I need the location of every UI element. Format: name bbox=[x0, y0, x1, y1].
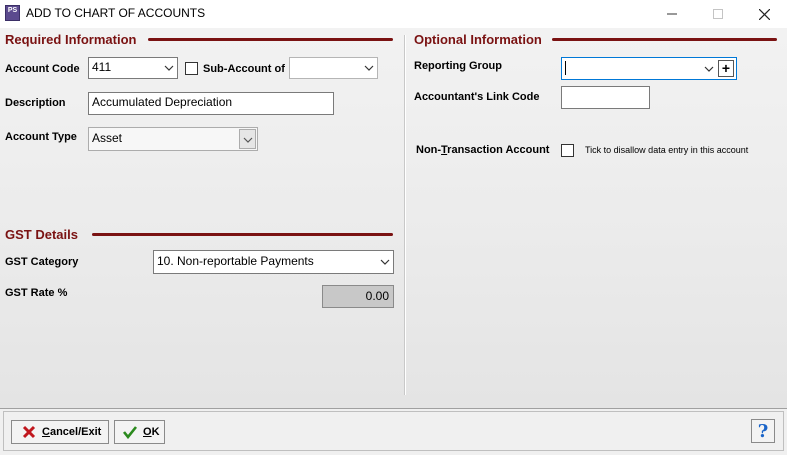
gst-category-combo[interactable]: 10. Non-reportable Payments bbox=[153, 250, 394, 274]
minimize-icon bbox=[667, 13, 677, 15]
account-code-value: 411 bbox=[92, 60, 112, 74]
close-icon bbox=[758, 8, 770, 20]
description-input[interactable]: Accumulated Depreciation bbox=[88, 92, 334, 115]
checkmark-icon bbox=[122, 426, 138, 439]
gst-rate-field: 0.00 bbox=[322, 285, 394, 308]
close-button[interactable] bbox=[741, 0, 787, 28]
reporting-group-label: Reporting Group bbox=[414, 60, 502, 72]
sub-account-label: Sub-Account of bbox=[203, 63, 285, 75]
link-code-input[interactable] bbox=[561, 86, 650, 109]
account-type-select[interactable]: Asset bbox=[88, 127, 258, 151]
sub-account-checkbox[interactable] bbox=[185, 62, 198, 75]
cancel-exit-button[interactable]: Cancel/Exit bbox=[11, 420, 109, 444]
non-transaction-hint: Tick to disallow data entry in this acco… bbox=[585, 145, 749, 155]
account-type-dropdown-button[interactable] bbox=[239, 129, 256, 149]
optional-section-line bbox=[552, 38, 777, 41]
dialog-body bbox=[0, 28, 787, 408]
text-cursor bbox=[565, 60, 566, 75]
account-type-label: Account Type bbox=[5, 131, 77, 143]
minimize-button[interactable] bbox=[649, 0, 695, 28]
non-transaction-label: Non-Transaction Account bbox=[416, 144, 550, 156]
chevron-down-icon bbox=[380, 259, 390, 265]
cancel-exit-label: Cancel/Exit bbox=[42, 426, 102, 438]
title-bar[interactable]: PS ADD TO CHART OF ACCOUNTS bbox=[0, 0, 787, 28]
sub-account-combo[interactable] bbox=[289, 57, 378, 79]
window-title: ADD TO CHART OF ACCOUNTS bbox=[26, 6, 206, 20]
gst-category-value: 10. Non-reportable Payments bbox=[157, 254, 314, 268]
gst-section-line bbox=[92, 233, 393, 236]
optional-section-title: Optional Information bbox=[414, 32, 542, 47]
non-transaction-checkbox[interactable] bbox=[561, 144, 574, 157]
help-icon: ? bbox=[757, 420, 769, 442]
help-button[interactable]: ? bbox=[751, 419, 775, 443]
gst-rate-label: GST Rate % bbox=[5, 287, 68, 299]
reporting-group-combo[interactable]: + bbox=[561, 57, 737, 80]
account-type-value: Asset bbox=[92, 131, 123, 145]
ok-button[interactable]: OK bbox=[114, 420, 165, 444]
account-code-combo[interactable]: 411 bbox=[88, 57, 178, 79]
chevron-down-icon bbox=[364, 65, 374, 71]
description-label: Description bbox=[5, 97, 66, 109]
add-reporting-group-button[interactable]: + bbox=[718, 60, 734, 77]
required-section-line bbox=[148, 38, 393, 41]
chevron-down-icon bbox=[704, 66, 714, 72]
chevron-down-icon bbox=[243, 137, 253, 143]
link-code-label: Accountant's Link Code bbox=[414, 91, 540, 103]
gst-category-label: GST Category bbox=[5, 256, 79, 268]
required-section-title: Required Information bbox=[5, 32, 137, 47]
gst-section-title: GST Details bbox=[5, 227, 78, 242]
account-code-label: Account Code bbox=[5, 63, 80, 75]
ok-label: OK bbox=[143, 426, 160, 438]
maximize-button bbox=[695, 0, 741, 28]
maximize-icon bbox=[713, 9, 723, 19]
app-icon: PS bbox=[5, 5, 20, 21]
cancel-x-icon bbox=[22, 425, 36, 439]
chevron-down-icon bbox=[164, 65, 174, 71]
section-divider bbox=[404, 35, 406, 395]
